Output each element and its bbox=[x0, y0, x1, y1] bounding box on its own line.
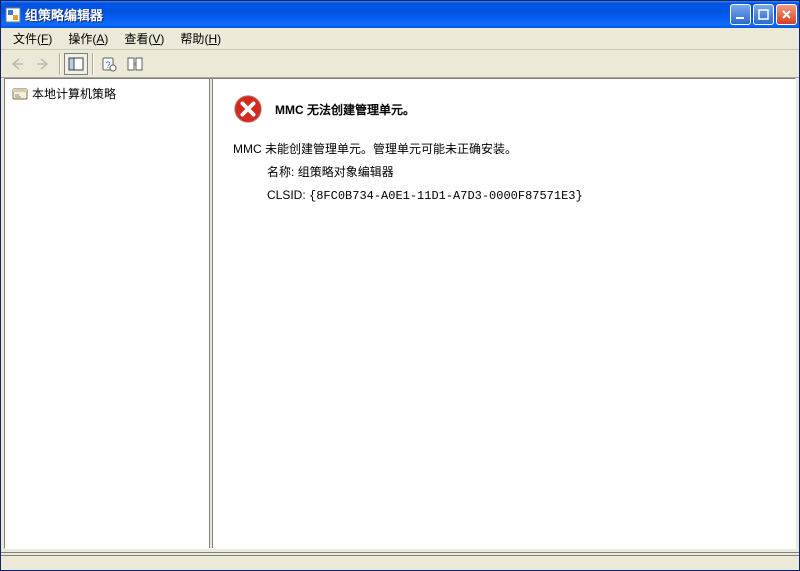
client-area: 本地计算机策略 MMC 无法创建管理单元。 MMC 未能创建管理单元。管理单元可… bbox=[4, 78, 796, 549]
close-button[interactable] bbox=[776, 4, 797, 25]
window-title: 组策略编辑器 bbox=[25, 5, 730, 24]
policy-icon bbox=[12, 86, 28, 102]
tree-pane-icon bbox=[68, 56, 84, 72]
error-name-row: 名称: 组策略对象编辑器 bbox=[267, 161, 784, 184]
refresh-button[interactable]: ? bbox=[97, 53, 121, 75]
error-icon bbox=[233, 94, 263, 124]
error-clsid-row: CLSID: {8FC0B734-A0E1-11D1-A7D3-0000F875… bbox=[267, 184, 784, 208]
menubar: 文件(F) 操作(A) 查看(V) 帮助(H) bbox=[1, 28, 799, 50]
maximize-button[interactable] bbox=[753, 4, 774, 25]
menu-action[interactable]: 操作(A) bbox=[60, 28, 116, 49]
properties-button[interactable] bbox=[123, 53, 147, 75]
status-pane bbox=[1, 556, 799, 570]
error-line-main: MMC 未能创建管理单元。管理单元可能未正确安装。 bbox=[233, 138, 784, 161]
arrow-right-icon bbox=[35, 56, 51, 72]
menu-help[interactable]: 帮助(H) bbox=[172, 28, 229, 49]
minimize-icon bbox=[735, 9, 746, 20]
toolbar-separator bbox=[59, 53, 60, 75]
menu-view[interactable]: 查看(V) bbox=[116, 28, 172, 49]
toggle-tree-button[interactable] bbox=[64, 53, 88, 75]
back-button bbox=[5, 53, 29, 75]
tree-root-label: 本地计算机策略 bbox=[32, 85, 116, 102]
tree-pane[interactable]: 本地计算机策略 bbox=[5, 79, 209, 548]
app-window: 组策略编辑器 文件(F) 操作(A) 查看(V) 帮助(H) bbox=[0, 0, 800, 571]
window-buttons bbox=[730, 4, 797, 25]
toolbar-separator bbox=[92, 53, 93, 75]
close-icon bbox=[781, 9, 792, 20]
forward-button bbox=[31, 53, 55, 75]
app-icon bbox=[5, 7, 21, 23]
toolbar: ? bbox=[1, 50, 799, 78]
menu-file[interactable]: 文件(F) bbox=[5, 28, 60, 49]
error-body: MMC 未能创建管理单元。管理单元可能未正确安装。 名称: 组策略对象编辑器 C… bbox=[233, 138, 784, 207]
error-title: MMC 无法创建管理单元。 bbox=[275, 101, 415, 118]
maximize-icon bbox=[758, 9, 769, 20]
tree-root-node[interactable]: 本地计算机策略 bbox=[10, 84, 205, 103]
arrow-left-icon bbox=[9, 56, 25, 72]
help-topic-icon: ? bbox=[101, 56, 117, 72]
content-pane[interactable]: MMC 无法创建管理单元。 MMC 未能创建管理单元。管理单元可能未正确安装。 … bbox=[213, 79, 795, 548]
error-header: MMC 无法创建管理单元。 bbox=[233, 94, 784, 124]
titlebar[interactable]: 组策略编辑器 bbox=[1, 1, 799, 28]
minimize-button[interactable] bbox=[730, 4, 751, 25]
export-list-icon bbox=[127, 56, 143, 72]
